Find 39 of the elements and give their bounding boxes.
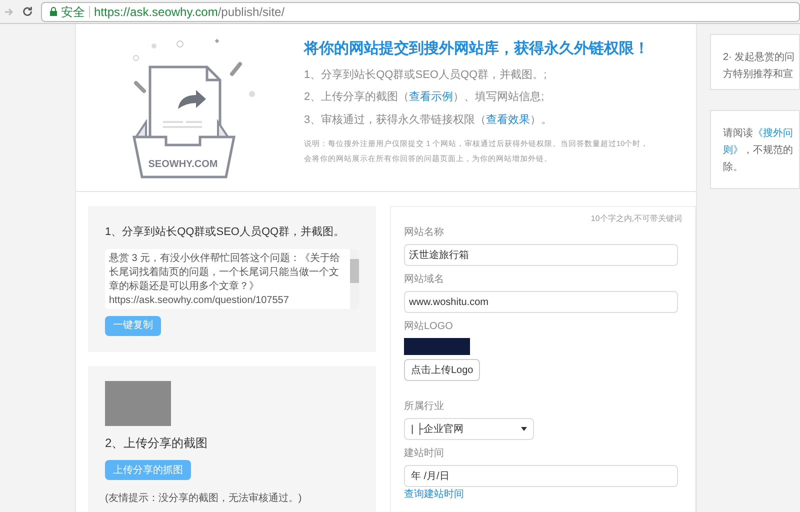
upload-button[interactable]: 上传分享的抓图 xyxy=(105,460,191,480)
screenshot-placeholder xyxy=(105,381,171,426)
reload-icon[interactable] xyxy=(22,6,33,17)
logo-image xyxy=(404,338,470,355)
hint-text: 10个字之内,不可带关键词 xyxy=(590,213,682,225)
lock-icon xyxy=(50,7,57,16)
hint-text: (友情提示：没分享的截图，无法审核通过。) xyxy=(105,492,303,506)
sidebar-text: 2· 发起悬赏的问 xyxy=(723,50,796,65)
step-text: 2、上传分享的截图（查看示例）、填写网站信息; xyxy=(304,90,546,105)
field-label: 建站时间 xyxy=(404,446,445,461)
name-input[interactable]: 沃世途旅行箱 xyxy=(404,244,678,266)
copy-button[interactable]: 一键复制 xyxy=(105,316,161,336)
field-label: 网站域名 xyxy=(404,272,445,287)
date-input[interactable]: 年 /月/日 xyxy=(404,465,678,487)
sidebar-text: 除。 xyxy=(723,161,744,175)
domain-input[interactable]: www.woshitu.com xyxy=(404,291,678,313)
example-link[interactable]: 查看效果 xyxy=(486,114,530,126)
example-link[interactable]: 查看示例 xyxy=(409,91,454,103)
sidebar-text: 方特别推荐和宣 xyxy=(723,68,794,82)
step-title: 1、分享到站长QQ群或SEO人员QQ群，并截图。 xyxy=(105,224,346,240)
url-field[interactable]: 安全 https://ask.seowhy.com/publish/site/ xyxy=(41,2,800,22)
scrollbar[interactable] xyxy=(350,248,359,308)
forward-icon[interactable] xyxy=(4,6,14,16)
field-label: 网站LOGO xyxy=(404,320,454,334)
step-title: 2、上传分享的截图 xyxy=(105,435,209,452)
upload-logo-button[interactable]: 点击上传Logo xyxy=(404,359,480,381)
field-label: 所属行业 xyxy=(404,400,445,414)
sidebar-text: 请阅读《搜外问 xyxy=(723,126,794,141)
hero-title: 将你的网站提交到搜外网站库，获得永久外链权限！ xyxy=(304,39,649,59)
step-text: 1、分享到站长QQ群或SEO人员QQ群，并截图。; xyxy=(304,68,548,82)
lookup-date-link[interactable]: 查询建站时间 xyxy=(404,487,682,502)
field-label: 网站名称 xyxy=(404,226,445,240)
caret-icon xyxy=(521,427,527,431)
step-text: 3、审核通过，获得永久带链接权限（查看效果）。 xyxy=(304,112,554,128)
secure-label: 安全 xyxy=(61,4,85,20)
url-text: https://ask.seowhy.com/publish/site/ xyxy=(94,4,285,20)
upload-tray-drawing: SEOWHY.COM xyxy=(106,29,256,179)
industry-select[interactable]: | ├企业官网 xyxy=(404,418,534,440)
sidebar-text: 则》，不规范的 xyxy=(723,144,794,158)
